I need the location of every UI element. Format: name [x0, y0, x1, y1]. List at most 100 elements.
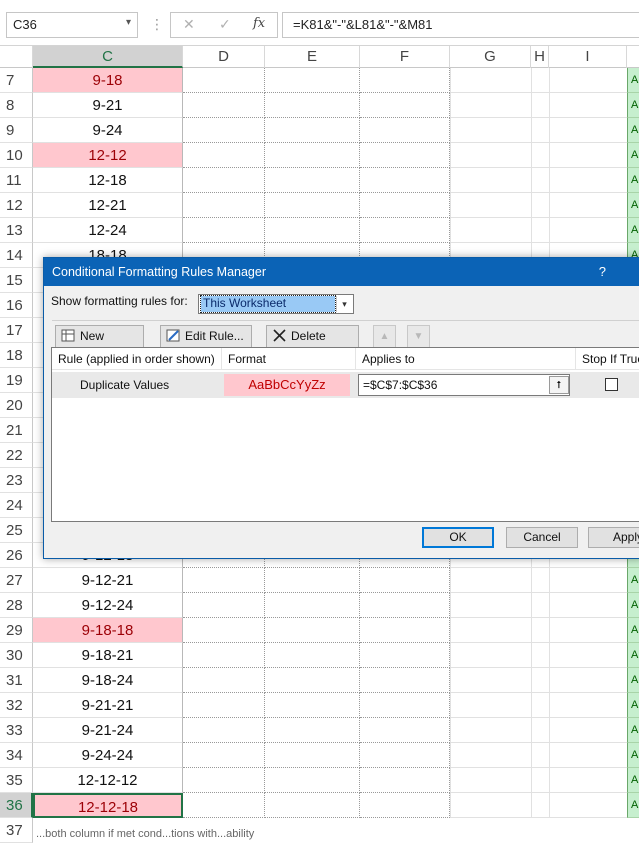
cell-j[interactable]: A	[627, 168, 639, 193]
cell-g[interactable]	[450, 693, 531, 718]
cell-j[interactable]: A	[627, 93, 639, 118]
cell-i[interactable]	[549, 193, 627, 218]
column-header-c[interactable]: C	[33, 46, 183, 68]
row-header[interactable]: 33	[0, 718, 33, 743]
show-rules-select[interactable]: This Worksheet ▾	[198, 294, 354, 314]
cell-d[interactable]	[183, 143, 265, 168]
column-header-i[interactable]: I	[549, 46, 627, 68]
cell-f[interactable]	[360, 693, 450, 718]
cell-e[interactable]	[265, 118, 360, 143]
row-header[interactable]: 31	[0, 668, 33, 693]
row-header[interactable]: 8	[0, 93, 33, 118]
cell-c[interactable]: 12-18	[33, 168, 183, 193]
cell-f[interactable]	[360, 743, 450, 768]
cell-i[interactable]	[549, 768, 627, 793]
cell-h[interactable]	[531, 68, 549, 93]
row-header[interactable]: 29	[0, 618, 33, 643]
edit-rule-button[interactable]: Edit Rule...	[160, 325, 252, 348]
cell-d[interactable]	[183, 93, 265, 118]
cell-e[interactable]	[265, 168, 360, 193]
cell-f[interactable]	[360, 93, 450, 118]
cell-e[interactable]	[265, 593, 360, 618]
cell-i[interactable]	[549, 668, 627, 693]
collapse-dialog-icon[interactable]: ⭡	[549, 376, 569, 394]
cell-c[interactable]: 9-12-24	[33, 593, 183, 618]
cell-h[interactable]	[531, 568, 549, 593]
enter-icon[interactable]: ✓	[219, 16, 231, 33]
cell-e[interactable]	[265, 693, 360, 718]
cell-g[interactable]	[450, 768, 531, 793]
cell-h[interactable]	[531, 118, 549, 143]
row-header[interactable]: 21	[0, 418, 33, 443]
cell-e[interactable]	[265, 768, 360, 793]
cell-i[interactable]	[549, 643, 627, 668]
cell-h[interactable]	[531, 718, 549, 743]
cell-g[interactable]	[450, 193, 531, 218]
cell-h[interactable]	[531, 143, 549, 168]
cancel-icon[interactable]: ✕	[183, 16, 195, 33]
cell-j[interactable]: A	[627, 643, 639, 668]
cell-f[interactable]	[360, 168, 450, 193]
cell-c[interactable]: 9-18-21	[33, 643, 183, 668]
cell-i[interactable]	[549, 593, 627, 618]
help-icon[interactable]: ?	[599, 258, 606, 286]
cell-c[interactable]: 9-21	[33, 93, 183, 118]
row-header[interactable]: 25	[0, 518, 33, 543]
ok-button[interactable]: OK	[422, 527, 494, 548]
cell-j[interactable]: A	[627, 118, 639, 143]
cell-f[interactable]	[360, 568, 450, 593]
cell-f[interactable]	[360, 643, 450, 668]
cell-d[interactable]	[183, 568, 265, 593]
cell-f[interactable]	[360, 143, 450, 168]
column-header-f[interactable]: F	[360, 46, 450, 68]
cell-d[interactable]	[183, 168, 265, 193]
cell-i[interactable]	[549, 143, 627, 168]
cell-g[interactable]	[450, 668, 531, 693]
cell-e[interactable]	[265, 668, 360, 693]
cell-g[interactable]	[450, 218, 531, 243]
name-box[interactable]: C36 ▾	[6, 12, 138, 38]
cell-i[interactable]	[549, 218, 627, 243]
cell-d[interactable]	[183, 793, 265, 818]
cell-d[interactable]	[183, 593, 265, 618]
cell-c[interactable]: 9-18	[33, 68, 183, 93]
row-header[interactable]: 18	[0, 343, 33, 368]
cell-g[interactable]	[450, 68, 531, 93]
cell-h[interactable]	[531, 768, 549, 793]
cell-c[interactable]: 12-21	[33, 193, 183, 218]
cell-e[interactable]	[265, 793, 360, 818]
applies-to-input[interactable]: =$C$7:$C$36 ⭡	[358, 374, 570, 396]
cell-f[interactable]	[360, 793, 450, 818]
cell-i[interactable]	[549, 793, 627, 818]
cell-h[interactable]	[531, 668, 549, 693]
row-header[interactable]: 22	[0, 443, 33, 468]
cell-c[interactable]: 12-12	[33, 143, 183, 168]
cell-j[interactable]: A	[627, 793, 639, 818]
cell-i[interactable]	[549, 693, 627, 718]
cell-g[interactable]	[450, 118, 531, 143]
cell-h[interactable]	[531, 693, 549, 718]
cell-h[interactable]	[531, 793, 549, 818]
cell-j[interactable]: A	[627, 68, 639, 93]
move-up-icon[interactable]: ▲	[373, 325, 396, 348]
cell-d[interactable]	[183, 218, 265, 243]
cell-i[interactable]	[549, 68, 627, 93]
row-header[interactable]: 27	[0, 568, 33, 593]
cell-i[interactable]	[549, 568, 627, 593]
cell-c[interactable]: 12-24	[33, 218, 183, 243]
cell-g[interactable]	[450, 743, 531, 768]
cell-d[interactable]	[183, 118, 265, 143]
cell-j[interactable]: A	[627, 193, 639, 218]
cell-c[interactable]: 9-21-24	[33, 718, 183, 743]
cell-e[interactable]	[265, 68, 360, 93]
cell-i[interactable]	[549, 118, 627, 143]
row-header[interactable]: 30	[0, 643, 33, 668]
cell-g[interactable]	[450, 643, 531, 668]
cell-h[interactable]	[531, 168, 549, 193]
row-header[interactable]: 16	[0, 293, 33, 318]
cell-e[interactable]	[265, 643, 360, 668]
cell-c[interactable]: 9-21-21	[33, 693, 183, 718]
cell-e[interactable]	[265, 618, 360, 643]
cell-h[interactable]	[531, 93, 549, 118]
cancel-button[interactable]: Cancel	[506, 527, 578, 548]
